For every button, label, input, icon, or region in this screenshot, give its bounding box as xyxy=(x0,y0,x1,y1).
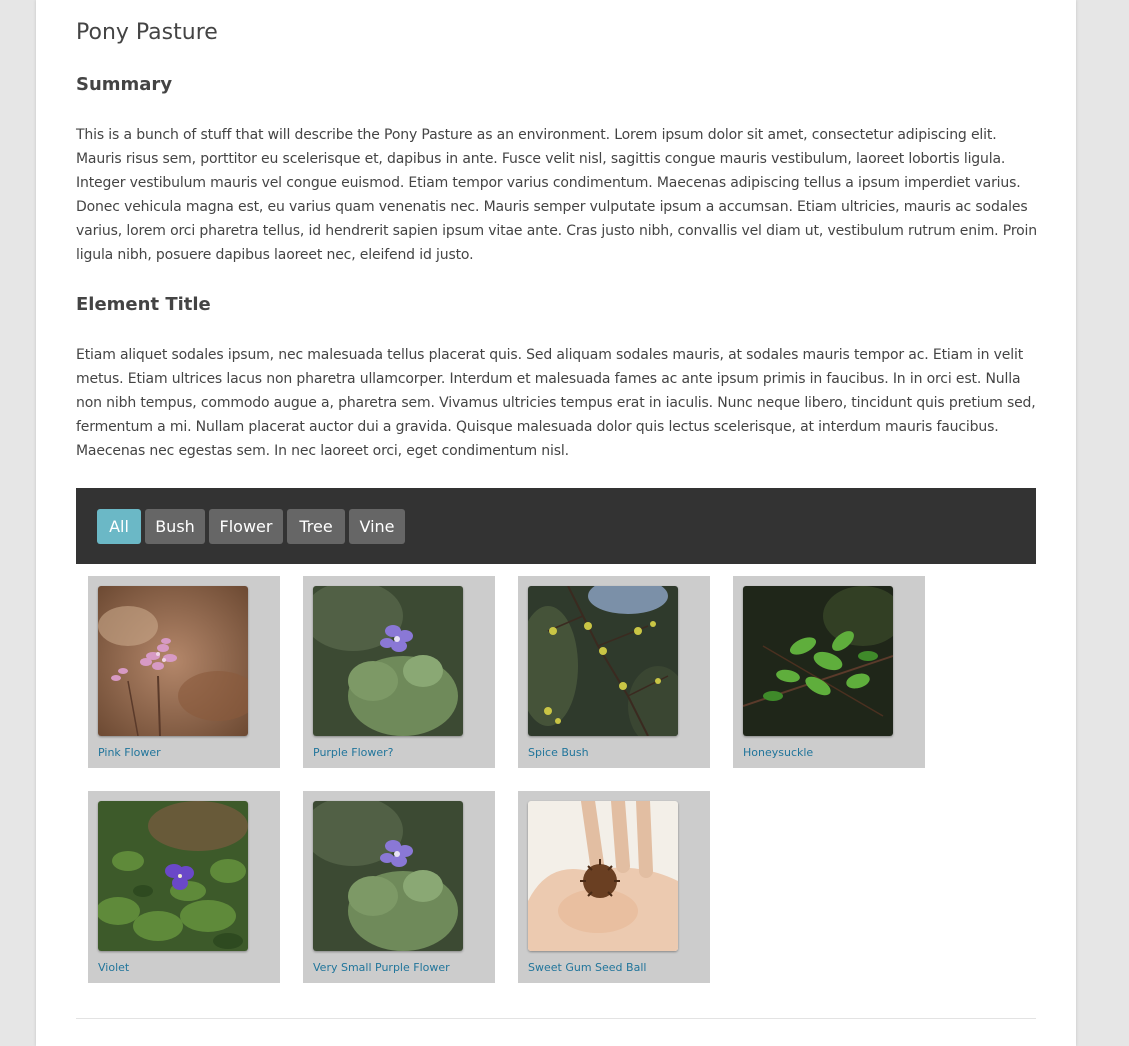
gallery-caption-link[interactable]: Sweet Gum Seed Ball xyxy=(528,961,646,974)
filter-all-button[interactable]: All xyxy=(97,509,141,544)
gallery-caption-link[interactable]: Spice Bush xyxy=(528,746,589,759)
gallery-caption-link[interactable]: Pink Flower xyxy=(98,746,161,759)
very-small-purple-flower-photo[interactable] xyxy=(313,801,463,951)
gallery-caption-link[interactable]: Very Small Purple Flower xyxy=(313,961,450,974)
purple-flower-photo[interactable] xyxy=(313,586,463,736)
summary-heading: Summary xyxy=(76,74,173,95)
page-title: Pony Pasture xyxy=(76,20,218,45)
element-paragraph: Etiam aliquet sodales ipsum, nec malesua… xyxy=(76,347,1036,459)
gallery-card-very-small-purple-flower[interactable]: Very Small Purple Flower xyxy=(303,791,495,983)
filter-flower-button[interactable]: Flower xyxy=(209,509,283,544)
summary-paragraph: This is a bunch of stuff that will descr… xyxy=(76,127,1038,263)
page-container: Pony Pasture Summary This is a bunch of … xyxy=(36,0,1076,1046)
gallery-card-spice-bush[interactable]: Spice Bush xyxy=(518,576,710,768)
gallery-caption-link[interactable]: Violet xyxy=(98,961,129,974)
filter-bush-button[interactable]: Bush xyxy=(145,509,205,544)
filter-vine-button[interactable]: Vine xyxy=(349,509,405,544)
gallery-card-violet[interactable]: Violet xyxy=(88,791,280,983)
gallery-caption-link[interactable]: Honeysuckle xyxy=(743,746,813,759)
gallery-card-honeysuckle[interactable]: Honeysuckle xyxy=(733,576,925,768)
violet-photo[interactable] xyxy=(98,801,248,951)
honeysuckle-photo[interactable] xyxy=(743,586,893,736)
pink-flower-photo[interactable] xyxy=(98,586,248,736)
filter-bar: All Bush Flower Tree Vine xyxy=(76,488,1036,564)
gallery-caption-link[interactable]: Purple Flower? xyxy=(313,746,393,759)
sweet-gum-seed-ball-photo[interactable] xyxy=(528,801,678,951)
gallery-card-sweet-gum-seed-ball[interactable]: Sweet Gum Seed Ball xyxy=(518,791,710,983)
gallery-card-purple-flower[interactable]: Purple Flower? xyxy=(303,576,495,768)
spice-bush-photo[interactable] xyxy=(528,586,678,736)
content-divider xyxy=(76,1018,1036,1019)
gallery-card-pink-flower[interactable]: Pink Flower xyxy=(88,576,280,768)
filter-tree-button[interactable]: Tree xyxy=(287,509,345,544)
element-title-heading: Element Title xyxy=(76,294,211,315)
